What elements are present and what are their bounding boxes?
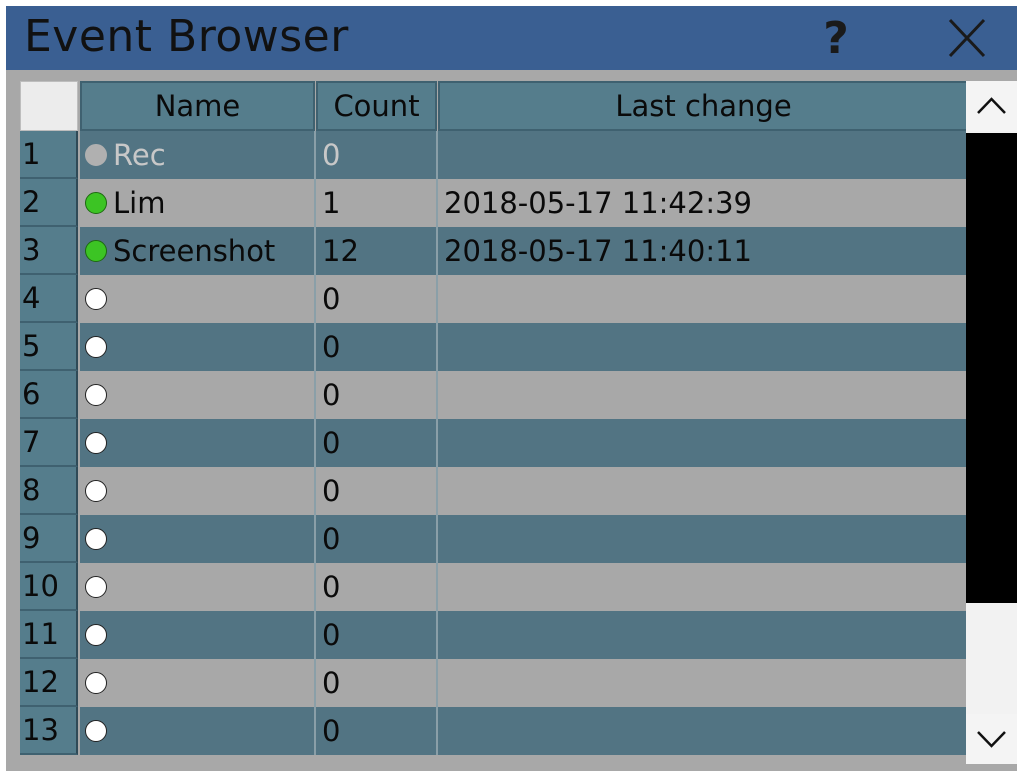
window-title: Event Browser: [24, 11, 349, 62]
last-change-cell[interactable]: [438, 707, 969, 755]
status-dot-icon: [85, 144, 107, 166]
name-cell[interactable]: Lim: [80, 179, 316, 227]
vertical-scrollbar[interactable]: [966, 81, 1017, 764]
name-cell[interactable]: [80, 659, 316, 707]
chevron-down-icon: [977, 731, 1006, 748]
count-cell[interactable]: 0: [316, 611, 438, 659]
name-cell[interactable]: [80, 611, 316, 659]
name-cell[interactable]: [80, 707, 316, 755]
name-cell[interactable]: [80, 323, 316, 371]
status-dot-icon: [85, 432, 107, 454]
last-change-cell[interactable]: 2018-05-17 11:42:39: [438, 179, 969, 227]
status-dot-icon: [85, 384, 107, 406]
name-cell[interactable]: Screenshot: [80, 227, 316, 275]
row-number[interactable]: 4: [20, 275, 78, 323]
table-row[interactable]: 3 Screenshot 12 2018-05-17 11:40:11: [20, 227, 969, 275]
last-change-cell[interactable]: [438, 659, 969, 707]
table-corner[interactable]: [20, 81, 78, 131]
title-bar: Event Browser ?: [6, 6, 1017, 70]
scroll-down-button[interactable]: [966, 714, 1017, 764]
status-dot-icon: [85, 672, 107, 694]
last-change-cell[interactable]: 2018-05-17 11:40:11: [438, 227, 969, 275]
row-number[interactable]: 2: [20, 179, 78, 227]
name-cell[interactable]: Rec: [80, 131, 316, 179]
count-cell[interactable]: 0: [316, 659, 438, 707]
count-cell[interactable]: 0: [316, 419, 438, 467]
row-number[interactable]: 13: [20, 707, 78, 755]
last-change-cell[interactable]: [438, 611, 969, 659]
last-change-cell[interactable]: [438, 323, 969, 371]
last-change-cell[interactable]: [438, 467, 969, 515]
table-row[interactable]: 60: [20, 371, 969, 419]
count-cell[interactable]: 0: [316, 515, 438, 563]
last-change-cell[interactable]: [438, 131, 969, 179]
name-cell[interactable]: [80, 563, 316, 611]
chevron-up-icon: [977, 97, 1006, 114]
close-button[interactable]: [934, 14, 998, 64]
count-cell[interactable]: 0: [316, 563, 438, 611]
table-row[interactable]: 90: [20, 515, 969, 563]
status-dot-icon: [85, 528, 107, 550]
table-row[interactable]: 10 0: [20, 563, 969, 611]
status-dot-icon: [85, 336, 107, 358]
table-row[interactable]: 12 0: [20, 659, 969, 707]
count-cell[interactable]: 0: [316, 467, 438, 515]
row-number[interactable]: 7: [20, 419, 78, 467]
status-dot-icon: [85, 624, 107, 646]
table-row[interactable]: 1 Rec 0: [20, 131, 969, 179]
row-number[interactable]: 5: [20, 323, 78, 371]
last-change-cell[interactable]: [438, 563, 969, 611]
table-row[interactable]: 13 0: [20, 707, 969, 755]
status-dot-icon: [85, 288, 107, 310]
name-cell[interactable]: [80, 515, 316, 563]
scroll-thumb[interactable]: [966, 133, 1017, 603]
row-number[interactable]: 12: [20, 659, 78, 707]
table-row[interactable]: 40: [20, 275, 969, 323]
help-button[interactable]: ?: [808, 10, 864, 66]
row-number[interactable]: 9: [20, 515, 78, 563]
row-number[interactable]: 11: [20, 611, 78, 659]
last-change-cell[interactable]: [438, 515, 969, 563]
name-cell[interactable]: [80, 419, 316, 467]
event-name: Rec: [113, 138, 166, 172]
column-header-name[interactable]: Name: [80, 81, 315, 131]
name-cell[interactable]: [80, 275, 316, 323]
name-cell[interactable]: [80, 467, 316, 515]
status-dot-icon: [85, 720, 107, 742]
count-cell[interactable]: 0: [316, 323, 438, 371]
count-cell[interactable]: 0: [316, 275, 438, 323]
status-dot-icon: [85, 192, 107, 214]
row-number[interactable]: 3: [20, 227, 78, 275]
table-row[interactable]: 2 Lim 1 2018-05-17 11:42:39: [20, 179, 969, 227]
table-row[interactable]: 50: [20, 323, 969, 371]
status-dot-icon: [85, 240, 107, 262]
status-dot-icon: [85, 576, 107, 598]
table-row[interactable]: 70: [20, 419, 969, 467]
count-cell[interactable]: 0: [316, 131, 438, 179]
row-number[interactable]: 6: [20, 371, 78, 419]
table-row[interactable]: 11 0: [20, 611, 969, 659]
last-change-cell[interactable]: [438, 419, 969, 467]
count-cell[interactable]: 1: [316, 179, 438, 227]
column-header-last-change[interactable]: Last change: [438, 81, 969, 131]
event-browser-window: Event Browser ? Name Count Last change 1…: [6, 6, 1017, 771]
row-number[interactable]: 8: [20, 467, 78, 515]
count-cell[interactable]: 0: [316, 371, 438, 419]
event-name: Screenshot: [113, 234, 276, 268]
table-row[interactable]: 80: [20, 467, 969, 515]
last-change-cell[interactable]: [438, 371, 969, 419]
count-cell[interactable]: 0: [316, 707, 438, 755]
row-number[interactable]: 1: [20, 131, 78, 179]
last-change-cell[interactable]: [438, 275, 969, 323]
name-cell[interactable]: [80, 371, 316, 419]
count-cell[interactable]: 12: [316, 227, 438, 275]
column-header-count[interactable]: Count: [316, 81, 437, 131]
row-number[interactable]: 10: [20, 563, 78, 611]
scroll-up-button[interactable]: [966, 81, 1017, 131]
status-dot-icon: [85, 480, 107, 502]
close-icon: [948, 18, 986, 58]
event-name: Lim: [113, 186, 166, 220]
